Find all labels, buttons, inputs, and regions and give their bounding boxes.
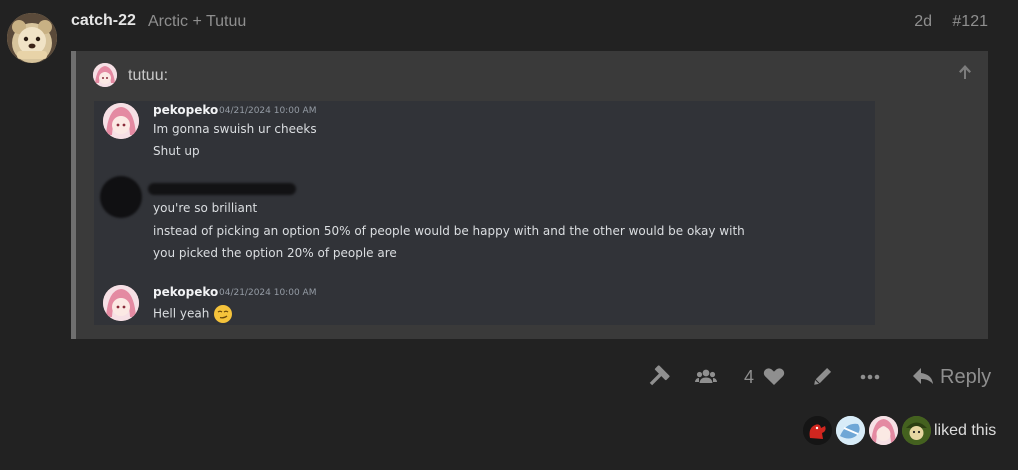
user-fullname: Arctic + Tutuu <box>148 13 247 30</box>
message-avatar <box>103 285 139 321</box>
message-text: Shut up <box>153 144 200 158</box>
liker-avatar[interactable] <box>836 416 865 445</box>
message-text: instead of picking an option 50% of peop… <box>153 224 745 238</box>
anime-avatar-icon <box>103 285 139 321</box>
username-link[interactable]: catch-22 <box>71 12 136 30</box>
quote-block: tutuu: pekopeko 04/21/2024 10:00 AM Im g… <box>71 51 988 339</box>
arrow-up-icon[interactable] <box>956 63 974 81</box>
message-text-content: Hell yeah <box>153 306 210 321</box>
heart-icon[interactable] <box>762 362 786 392</box>
hammer-icon[interactable] <box>646 362 670 392</box>
like-count: 4 <box>744 367 755 387</box>
liker-avatar[interactable] <box>869 416 898 445</box>
pencil-icon[interactable] <box>810 362 834 392</box>
anime-avatar-icon <box>869 416 898 445</box>
redacted-author <box>148 183 296 195</box>
message-timestamp: 04/21/2024 10:00 AM <box>219 288 317 298</box>
liked-this-label: liked this <box>934 422 997 439</box>
discord-screenshot: pekopeko 04/21/2024 10:00 AM Im gonna sw… <box>94 101 875 325</box>
reply-button[interactable]: Reply <box>940 366 991 389</box>
smirk-emoji-icon <box>214 305 233 323</box>
red-squirrel-avatar-icon <box>803 416 832 445</box>
post-header: catch-22 Arctic + Tutuu 2d #121 <box>71 12 988 34</box>
liker-avatar[interactable] <box>803 416 832 445</box>
message-text: Im gonna swuish ur cheeks <box>153 122 317 136</box>
message-text: you're so brilliant <box>153 201 258 215</box>
post: catch-22 Arctic + Tutuu 2d #121 tutuu: p… <box>0 0 1018 470</box>
users-icon[interactable] <box>694 362 718 392</box>
anime-avatar-icon <box>103 103 139 139</box>
message-avatar <box>103 103 139 139</box>
reply-icon[interactable] <box>911 362 935 392</box>
bear-avatar-icon <box>7 13 57 63</box>
redacted-avatar <box>100 176 142 218</box>
ellipsis-icon[interactable] <box>858 362 882 392</box>
quote-avatar <box>93 63 117 87</box>
message-text: you picked the option 20% of people are <box>153 246 397 260</box>
message-author: pekopeko <box>153 103 219 117</box>
post-actions: 4 Reply <box>0 362 1018 392</box>
message-author: pekopeko <box>153 285 219 299</box>
message-text: Hell yeah <box>153 304 233 324</box>
anime-avatar-icon <box>93 63 117 87</box>
post-date-link[interactable]: 2d <box>914 13 932 31</box>
message-timestamp: 04/21/2024 10:00 AM <box>219 106 317 116</box>
liked-by-row: liked this <box>803 416 1018 446</box>
green-character-avatar-icon <box>902 416 931 445</box>
quote-username[interactable]: tutuu: <box>128 67 168 85</box>
user-avatar[interactable] <box>7 13 57 63</box>
liker-avatar[interactable] <box>902 416 931 445</box>
post-number-link[interactable]: #121 <box>952 13 988 31</box>
blue-creature-avatar-icon <box>836 416 865 445</box>
